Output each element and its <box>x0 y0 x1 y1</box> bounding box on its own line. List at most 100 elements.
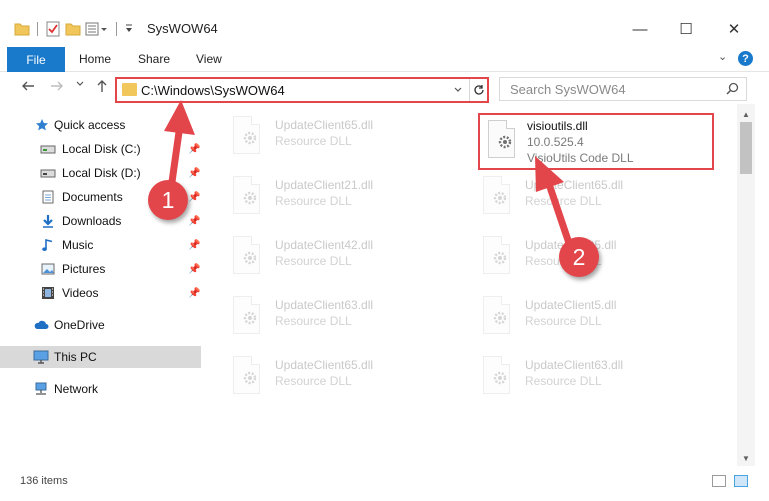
maximize-button[interactable]: ☐ <box>663 15 709 43</box>
file-name: UpdateClient5.dll <box>525 298 617 312</box>
sidebar-item-label: Pictures <box>62 262 106 276</box>
search-icon[interactable] <box>726 82 739 98</box>
search-input[interactable]: Search SysWOW64 <box>510 82 626 97</box>
step-2-badge: 2 <box>559 237 599 277</box>
file-version: 10.0.525.4 <box>527 135 584 149</box>
music-icon <box>40 238 56 252</box>
file-item[interactable]: UpdateClient5.dll Resource DLL <box>479 290 719 340</box>
address-history-button[interactable] <box>453 82 463 99</box>
file-name: UpdateClient21.dll <box>275 178 374 192</box>
file-item[interactable]: UpdateClient63.dll Resource DLL <box>479 350 719 400</box>
address-bar[interactable]: C:\Windows\SysWOW64 <box>115 77 489 103</box>
help-button[interactable]: ? <box>738 51 753 66</box>
large-icons-view-button[interactable] <box>734 475 748 487</box>
sidebar-item-label: Local Disk (D:) <box>62 166 141 180</box>
toolbar-divider <box>37 22 38 36</box>
file-list: UpdateClient65.dll Resource DLL UpdateCl… <box>204 104 737 466</box>
tab-home[interactable]: Home <box>79 52 111 66</box>
dll-file-icon <box>229 176 262 216</box>
back-button[interactable] <box>21 79 35 98</box>
file-item[interactable]: UpdateClient5.dll Resource DLL <box>479 230 719 280</box>
dll-file-icon <box>479 356 512 396</box>
sidebar-item-label: Quick access <box>54 118 126 132</box>
sidebar-item-pictures[interactable]: Pictures 📌 <box>0 258 201 280</box>
search-box[interactable]: Search SysWOW64 <box>499 77 747 101</box>
forward-button[interactable] <box>50 79 64 98</box>
sidebar-item-label: OneDrive <box>54 318 105 332</box>
dll-file-icon <box>229 296 262 336</box>
highlighted-file-item[interactable]: visioutils.dll 10.0.525.4 VisioUtils Cod… <box>478 113 714 170</box>
address-path[interactable]: C:\Windows\SysWOW64 <box>141 83 285 98</box>
file-item[interactable]: UpdateClient42.dll Resource DLL <box>229 230 469 280</box>
file-item[interactable]: UpdateClient63.dll Resource DLL <box>229 290 469 340</box>
sidebar-item-videos[interactable]: Videos 📌 <box>0 282 201 304</box>
file-name: UpdateClient63.dll <box>275 298 374 312</box>
folder-icon <box>14 23 30 36</box>
file-type: Resource DLL <box>275 134 352 148</box>
chevron-down-icon <box>76 81 84 86</box>
file-type: Resource DLL <box>275 194 352 208</box>
close-button[interactable]: ✕ <box>711 15 757 43</box>
file-item[interactable]: UpdateClient65.dll Resource DLL <box>229 350 469 400</box>
navigation-pane: Quick access Local Disk (C:) 📌 Local Dis… <box>0 104 204 466</box>
sidebar-item-this-pc[interactable]: This PC <box>0 346 201 368</box>
tab-share[interactable]: Share <box>138 52 170 66</box>
folder-icon <box>122 83 137 96</box>
maximize-icon: ☐ <box>679 21 693 38</box>
cloud-icon <box>33 318 49 332</box>
item-count: 136 items <box>20 475 68 487</box>
scroll-up-icon[interactable]: ▲ <box>737 106 755 122</box>
chevron-down-icon[interactable] <box>124 22 134 36</box>
back-arrow-icon <box>22 81 34 91</box>
sidebar-item-label: Downloads <box>62 214 122 228</box>
pin-icon: 📌 <box>188 167 201 179</box>
forward-arrow-icon <box>51 81 63 91</box>
file-name: UpdateClient63.dll <box>525 358 624 372</box>
sidebar-item-music[interactable]: Music 📌 <box>0 234 201 256</box>
dll-file-icon <box>229 356 262 396</box>
sidebar-item-network[interactable]: Network <box>0 378 201 400</box>
pin-icon: 📌 <box>188 143 201 155</box>
chevron-down-icon <box>454 87 462 92</box>
details-view-button[interactable] <box>712 475 726 487</box>
refresh-icon <box>473 85 484 95</box>
file-description: VisioUtils Code DLL <box>527 151 634 165</box>
refresh-button[interactable] <box>469 79 487 101</box>
properties-icon[interactable] <box>45 21 61 37</box>
new-folder-icon[interactable] <box>65 22 81 36</box>
toolbar-divider <box>116 22 117 36</box>
file-name: visioutils.dll <box>527 119 588 133</box>
status-bar: 136 items <box>0 470 769 492</box>
minimize-button[interactable]: — <box>617 15 663 43</box>
file-type: Resource DLL <box>525 374 602 388</box>
sidebar-item-label: Videos <box>62 286 99 300</box>
sidebar-item-local-disk-c[interactable]: Local Disk (C:) 📌 <box>0 138 201 160</box>
sidebar-item-onedrive[interactable]: OneDrive <box>0 314 201 336</box>
dll-file-icon <box>479 176 512 216</box>
sidebar-item-quick-access[interactable]: Quick access <box>0 114 201 136</box>
file-item[interactable]: UpdateClient65.dll Resource DLL <box>479 170 719 220</box>
vertical-scrollbar[interactable]: ▲ ▼ <box>737 104 755 466</box>
drive-icon <box>40 166 56 180</box>
file-type: Resource DLL <box>275 314 352 328</box>
sidebar-item-label: Network <box>54 382 99 396</box>
dll-file-icon <box>484 120 517 160</box>
dll-file-icon <box>479 236 512 276</box>
file-item[interactable]: UpdateClient21.dll Resource DLL <box>229 170 469 220</box>
file-item[interactable]: UpdateClient65.dll Resource DLL <box>229 110 469 160</box>
scrollbar-thumb[interactable] <box>740 122 752 174</box>
expand-ribbon-icon[interactable]: ⌄ <box>718 50 727 63</box>
dll-file-icon <box>229 236 262 276</box>
file-name: UpdateClient42.dll <box>275 238 374 252</box>
file-type: Resource DLL <box>525 194 602 208</box>
close-icon: ✕ <box>727 21 741 38</box>
up-button[interactable] <box>95 79 109 98</box>
file-type: Resource DLL <box>275 374 352 388</box>
recent-locations-button[interactable] <box>76 76 84 93</box>
title-bar: SysWOW64 — ☐ ✕ <box>0 0 769 42</box>
tab-view[interactable]: View <box>196 52 222 66</box>
tab-file[interactable]: File <box>7 47 65 72</box>
dll-file-icon <box>229 116 262 156</box>
scroll-down-icon[interactable]: ▼ <box>737 450 755 466</box>
customize-toolbar-icon[interactable] <box>85 22 109 36</box>
